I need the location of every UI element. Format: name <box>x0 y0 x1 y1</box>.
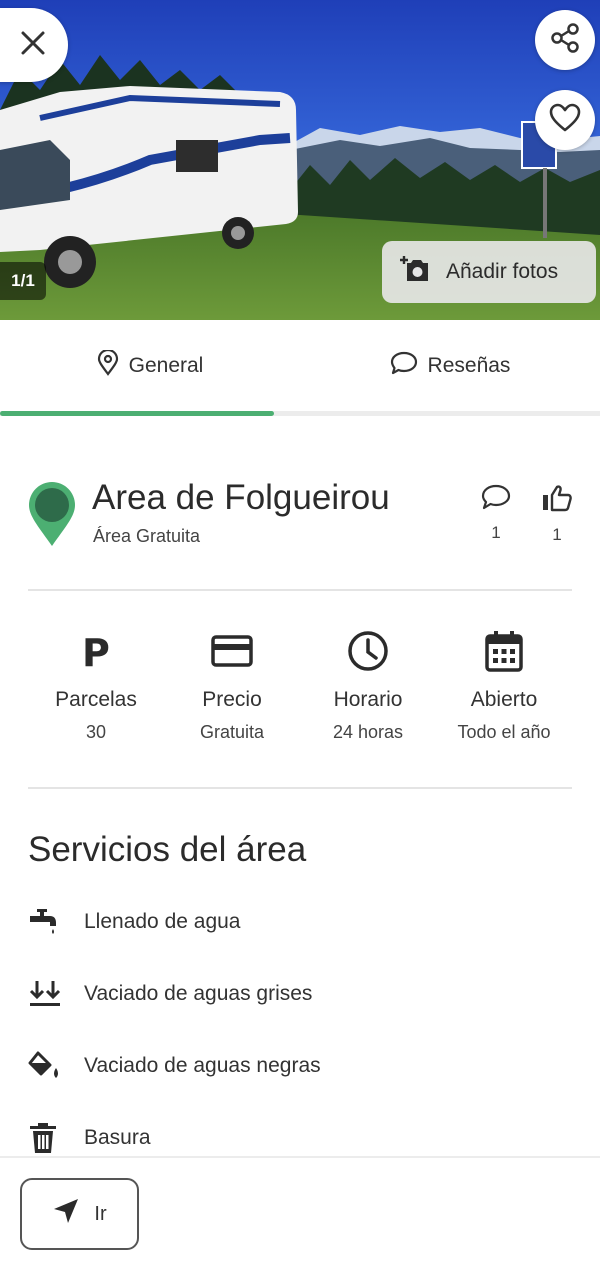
info-horario: Horario 24 horas <box>300 628 436 758</box>
tab-bar: General Reseñas <box>0 320 600 416</box>
service-item: Vaciado de aguas grises <box>28 974 312 1014</box>
go-button[interactable]: Ir <box>20 1178 139 1250</box>
info-label: Horario <box>333 688 403 711</box>
likes-count: 1 <box>552 525 562 544</box>
service-label: Llenado de agua <box>84 910 241 933</box>
place-name: Area de Folgueirou <box>92 478 390 517</box>
heart-icon <box>549 103 581 138</box>
calendar-icon <box>485 628 523 674</box>
comments-count: 1 <box>491 523 501 542</box>
info-value: Gratuita <box>199 722 265 742</box>
navigation-arrow-icon <box>52 1197 80 1231</box>
info-value: Todo el año <box>457 722 551 742</box>
likes-stat[interactable]: 1 <box>537 484 577 545</box>
info-value: 24 horas <box>332 722 404 742</box>
water-tap-icon <box>28 907 68 937</box>
divider <box>28 787 572 789</box>
info-label: Abierto <box>470 688 538 711</box>
tab-resenas[interactable]: Reseñas <box>300 320 600 411</box>
location-pin-icon <box>97 348 119 382</box>
add-photo-icon <box>400 255 430 289</box>
clock-icon <box>347 628 389 674</box>
svg-text:P: P <box>82 633 110 669</box>
services-title: Servicios del área <box>28 830 307 869</box>
favorite-button[interactable] <box>535 90 595 150</box>
share-icon <box>549 22 581 59</box>
map-marker-icon <box>28 482 76 553</box>
info-value: 30 <box>85 722 107 742</box>
parking-icon: P <box>81 628 111 674</box>
place-header: Area de Folgueirou Área Gratuita 1 1 <box>28 478 576 550</box>
tab-general-label: General <box>128 353 204 377</box>
credit-card-icon <box>211 628 253 674</box>
tab-general[interactable]: General <box>0 320 300 416</box>
black-water-drain-icon <box>28 1050 68 1082</box>
comment-icon <box>390 351 418 381</box>
bottom-action-bar: Ir <box>0 1156 600 1266</box>
close-icon <box>20 30 46 61</box>
share-button[interactable] <box>535 10 595 70</box>
trash-icon <box>28 1122 68 1154</box>
add-photos-label: Añadir fotos <box>446 260 559 283</box>
service-item: Llenado de agua <box>28 902 241 942</box>
comment-icon <box>481 484 511 514</box>
hero-photo[interactable]: 1/1 Añadir fotos <box>0 0 600 320</box>
place-type: Área Gratuita <box>93 526 201 546</box>
go-button-label: Ir <box>94 1202 107 1225</box>
service-label: Vaciado de aguas grises <box>84 982 313 1005</box>
comments-stat[interactable]: 1 <box>476 484 516 543</box>
service-label: Basura <box>84 1126 151 1149</box>
service-item: Basura <box>28 1118 151 1158</box>
service-item: Vaciado de aguas negras <box>28 1046 321 1086</box>
info-label: Parcelas <box>55 688 137 711</box>
photo-counter: 1/1 <box>0 262 46 300</box>
service-label: Vaciado de aguas negras <box>84 1054 321 1077</box>
add-photos-button[interactable]: Añadir fotos <box>382 241 596 303</box>
info-grid: P Parcelas 30 Precio Gratuita Horario 24… <box>28 628 572 758</box>
thumbs-up-icon <box>541 485 573 516</box>
info-precio: Precio Gratuita <box>164 628 300 758</box>
grey-water-drain-icon <box>28 979 68 1009</box>
info-parcelas: P Parcelas 30 <box>28 628 164 758</box>
info-label: Precio <box>202 688 262 711</box>
divider <box>28 589 572 591</box>
tab-resenas-label: Reseñas <box>427 353 511 377</box>
info-abierto: Abierto Todo el año <box>436 628 572 758</box>
